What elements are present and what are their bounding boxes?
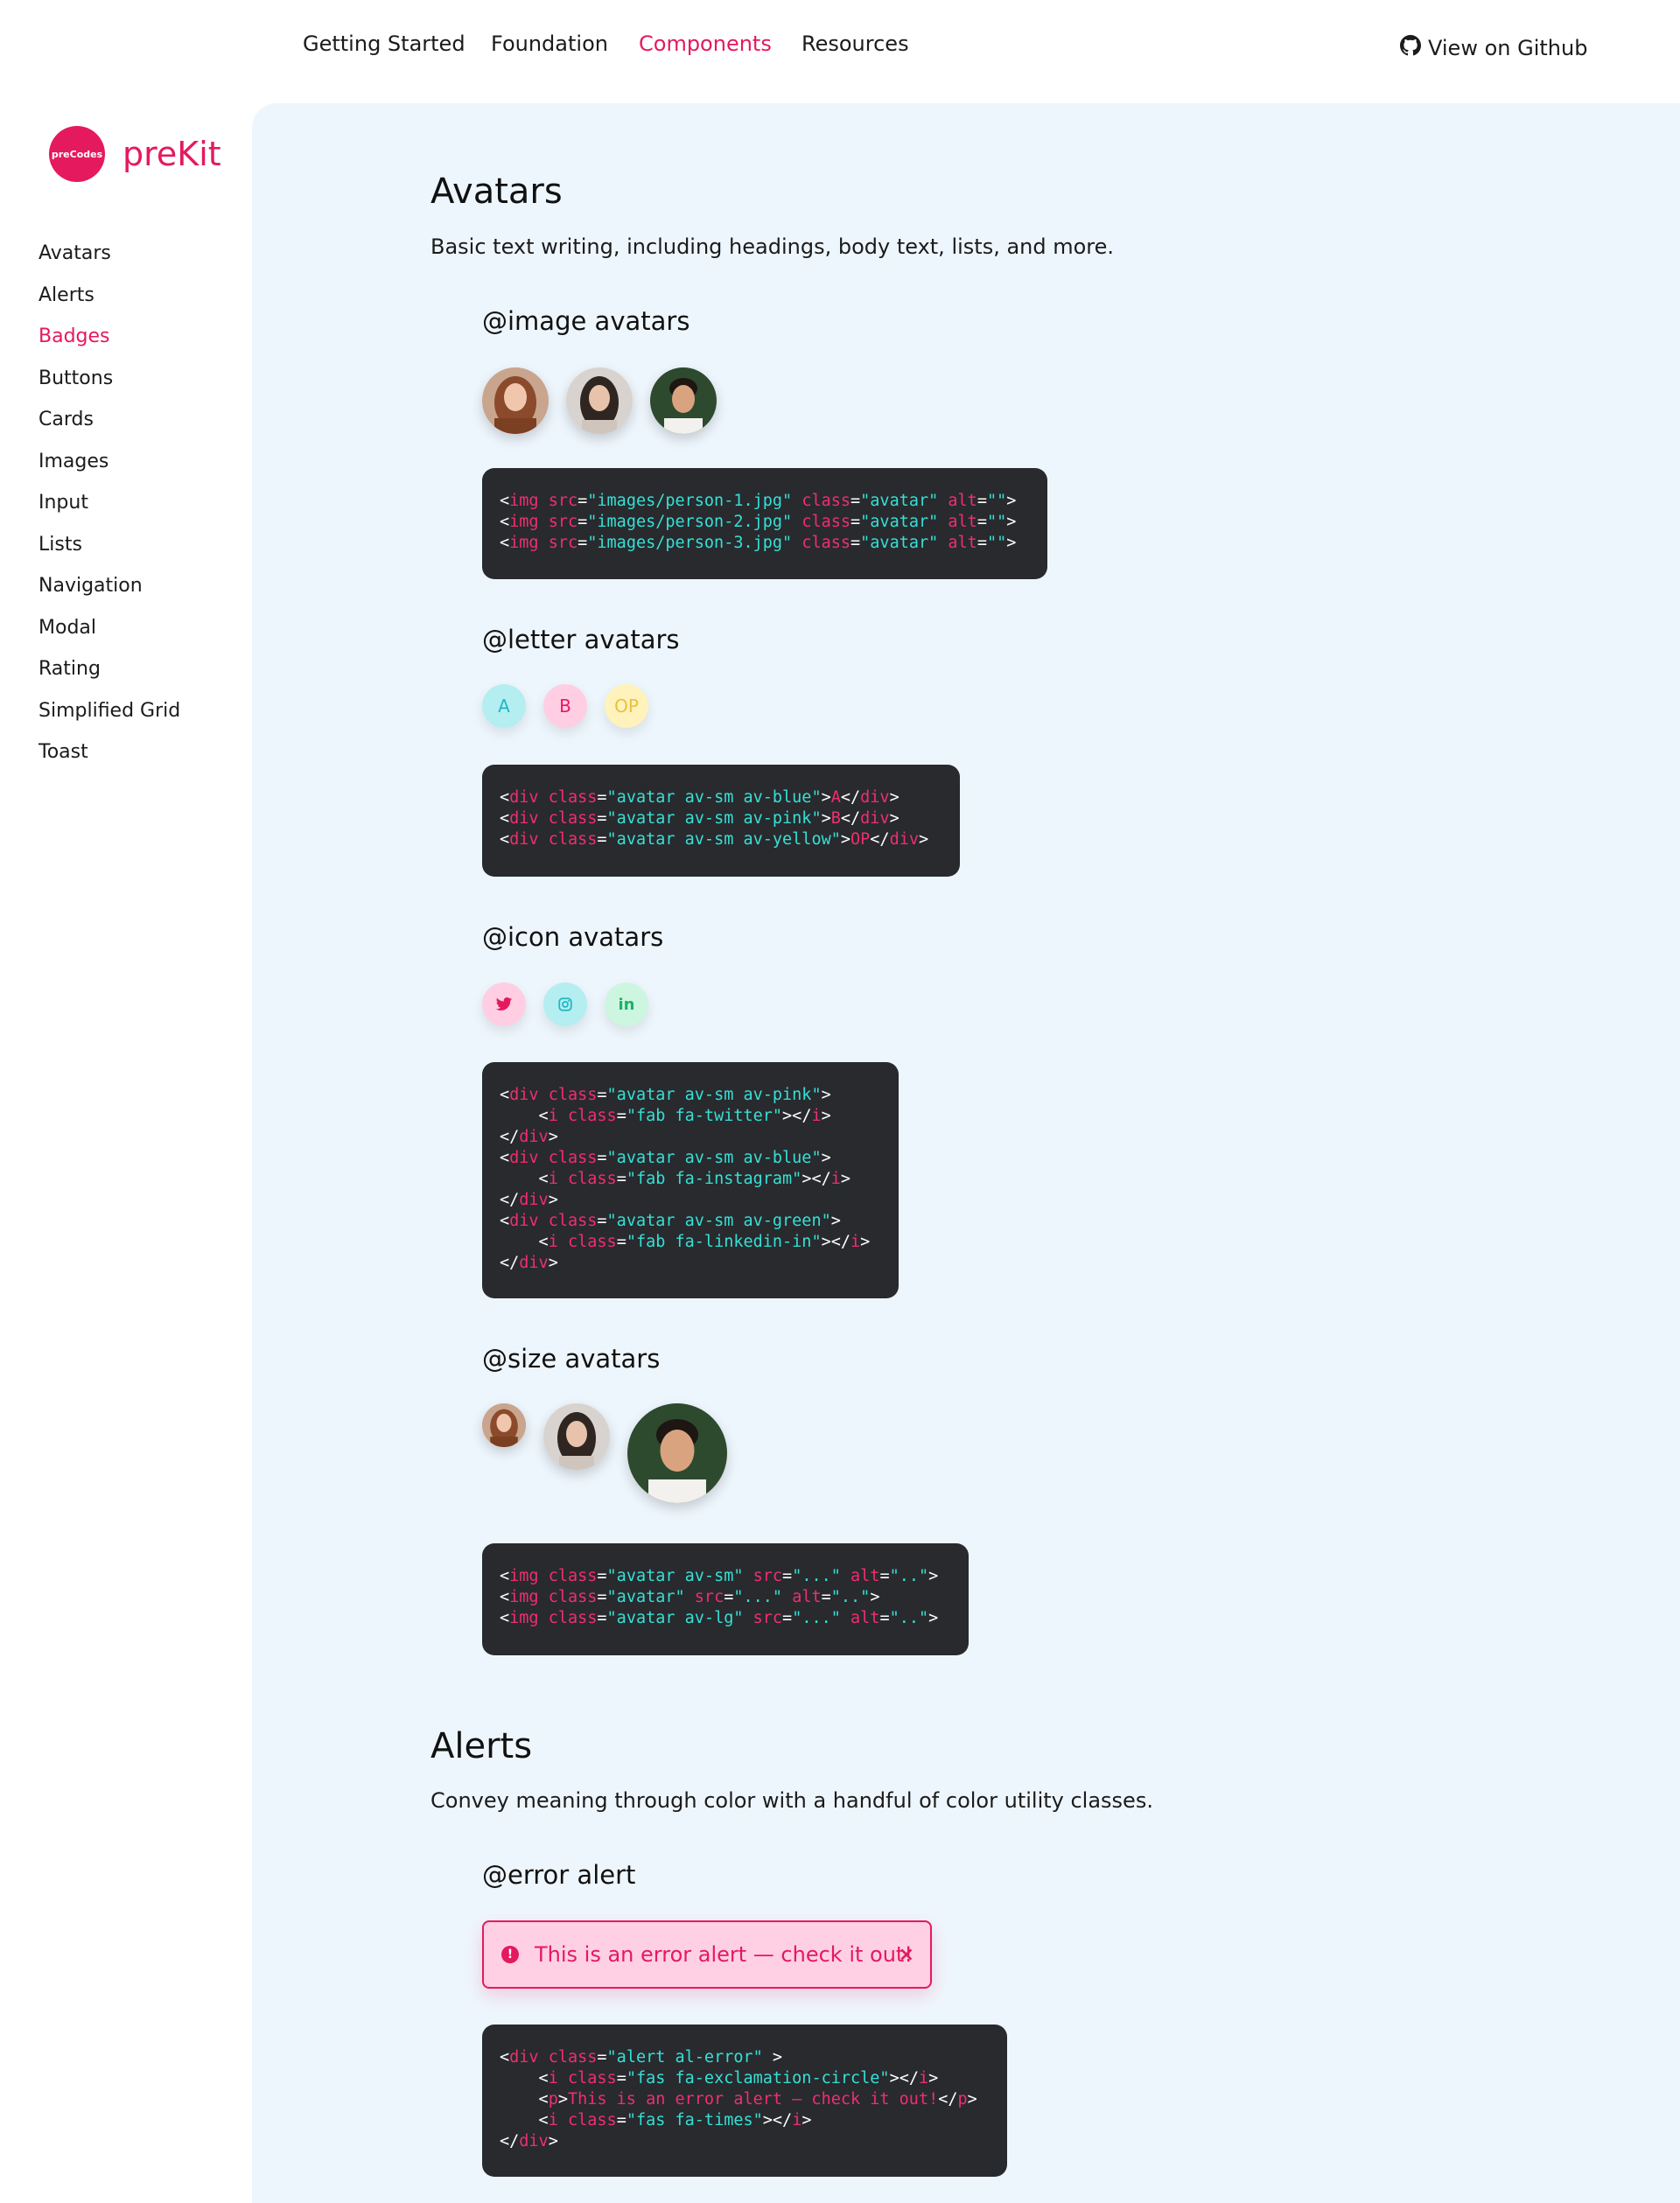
avatar-person-2	[566, 367, 633, 434]
code-line: <img class="avatar" src="..." alt="..">	[500, 1588, 880, 1606]
avatar-person-1	[482, 367, 549, 434]
nav-resources[interactable]: Resources	[802, 31, 909, 56]
code-line: <div class="avatar av-sm av-blue">	[500, 1149, 831, 1167]
sidebar-item-modal[interactable]: Modal	[38, 612, 180, 654]
code-line: <div class="avatar av-sm av-pink">B</div…	[500, 809, 900, 828]
sidebar-item-buttons[interactable]: Buttons	[38, 363, 180, 405]
code-line: <i class="fab fa-instagram"></i>	[500, 1170, 851, 1188]
code-line: <i class="fab fa-twitter"></i>	[500, 1107, 831, 1125]
avatar-medium	[543, 1403, 610, 1470]
code-line: <div class="avatar av-sm av-green">	[500, 1212, 841, 1230]
letter-avatar-a: A	[482, 684, 526, 728]
github-link[interactable]: View on Github	[1400, 35, 1587, 61]
error-alert: ! This is an error alert — check it out!…	[482, 1920, 932, 1989]
sidebar-item-badges[interactable]: Badges	[38, 321, 180, 363]
twitter-icon	[482, 983, 526, 1026]
brand[interactable]: preCodes preKit	[49, 126, 221, 182]
sidebar-item-toast[interactable]: Toast	[38, 737, 180, 779]
github-icon	[1400, 35, 1421, 61]
icon-avatars-title: @icon avatars	[482, 922, 664, 952]
avatar-large	[627, 1403, 727, 1503]
avatars-section-desc: Basic text writing, including headings, …	[430, 234, 1115, 259]
brand-logo: preCodes	[49, 126, 105, 182]
sidebar-item-rating[interactable]: Rating	[38, 654, 180, 696]
code-line: <div class="avatar av-sm av-pink">	[500, 1086, 831, 1104]
sidebar-item-cards[interactable]: Cards	[38, 404, 180, 446]
avatars-section-title: Avatars	[430, 171, 563, 212]
code-line: <i class="fas fa-times"></i>	[500, 2111, 812, 2130]
alerts-section-desc: Convey meaning through color with a hand…	[430, 1788, 1153, 1813]
code-line: <img src="images/person-1.jpg" class="av…	[500, 492, 1017, 510]
sidebar: Avatars Alerts Badges Buttons Cards Imag…	[38, 238, 180, 779]
code-line: <img class="avatar av-sm" src="..." alt=…	[500, 1567, 939, 1585]
sidebar-item-input[interactable]: Input	[38, 487, 180, 529]
code-line: <div class="avatar av-sm av-blue">A</div…	[500, 788, 900, 807]
code-line: </div>	[500, 1254, 558, 1272]
letter-avatars-title: @letter avatars	[482, 625, 680, 654]
size-avatars-code: <img class="avatar av-sm" src="..." alt=…	[482, 1543, 969, 1655]
code-line: <i class="fab fa-linkedin-in"></i>	[500, 1233, 871, 1251]
code-line: </div>	[500, 1191, 558, 1209]
sidebar-item-avatars[interactable]: Avatars	[38, 238, 180, 280]
letter-avatars-row: A B OP	[482, 684, 666, 728]
code-line: </div>	[500, 1128, 558, 1146]
linkedin-icon: in	[605, 983, 648, 1026]
sidebar-item-navigation[interactable]: Navigation	[38, 570, 180, 612]
image-avatars-row	[482, 367, 717, 434]
sidebar-item-images[interactable]: Images	[38, 446, 180, 488]
avatar-small	[482, 1403, 526, 1447]
icon-avatars-code: <div class="avatar av-sm av-pink"> <i cl…	[482, 1062, 899, 1298]
nav-components[interactable]: Components	[639, 31, 772, 56]
image-avatars-code: <img src="images/person-1.jpg" class="av…	[482, 468, 1047, 579]
code-line: </div>	[500, 2132, 558, 2151]
close-icon[interactable]: ×	[899, 1944, 914, 1966]
error-alert-message: This is an error alert — check it out!	[535, 1942, 913, 1967]
brand-name: preKit	[122, 135, 221, 173]
code-line: <i class="fas fa-exclamation-circle"></i…	[500, 2069, 939, 2088]
main-content: Avatars Basic text writing, including he…	[252, 103, 1680, 2203]
letter-avatars-code: <div class="avatar av-sm av-blue">A</div…	[482, 765, 960, 877]
alerts-section-title: Alerts	[430, 1726, 533, 1766]
error-alert-code: <div class="alert al-error" > <i class="…	[482, 2025, 1007, 2177]
code-line: <div class="alert al-error" >	[500, 2048, 783, 2067]
code-line: <img src="images/person-2.jpg" class="av…	[500, 513, 1017, 531]
sidebar-item-lists[interactable]: Lists	[38, 529, 180, 571]
code-line: <img src="images/person-3.jpg" class="av…	[500, 534, 1017, 552]
instagram-icon	[543, 983, 587, 1026]
letter-avatar-op: OP	[605, 684, 648, 728]
code-line: <div class="avatar av-sm av-yellow">OP</…	[500, 830, 929, 849]
size-avatars-row	[482, 1403, 727, 1503]
error-alert-title: @error alert	[482, 1860, 636, 1890]
sidebar-item-alerts[interactable]: Alerts	[38, 280, 180, 322]
icon-avatars-row: in	[482, 983, 666, 1026]
exclamation-circle-icon: !	[501, 1946, 519, 1963]
image-avatars-title: @image avatars	[482, 306, 690, 336]
code-line: <p>This is an error alert — check it out…	[500, 2090, 977, 2109]
avatar-person-3	[650, 367, 717, 434]
nav-getting-started[interactable]: Getting Started	[303, 31, 466, 56]
nav-foundation[interactable]: Foundation	[491, 31, 608, 56]
github-label: View on Github	[1428, 36, 1588, 60]
code-line: <img class="avatar av-lg" src="..." alt=…	[500, 1609, 939, 1627]
letter-avatar-b: B	[543, 684, 587, 728]
top-navigation: Getting Started Foundation Components Re…	[0, 0, 1680, 103]
sidebar-item-simplified-grid[interactable]: Simplified Grid	[38, 696, 180, 738]
size-avatars-title: @size avatars	[482, 1344, 661, 1374]
